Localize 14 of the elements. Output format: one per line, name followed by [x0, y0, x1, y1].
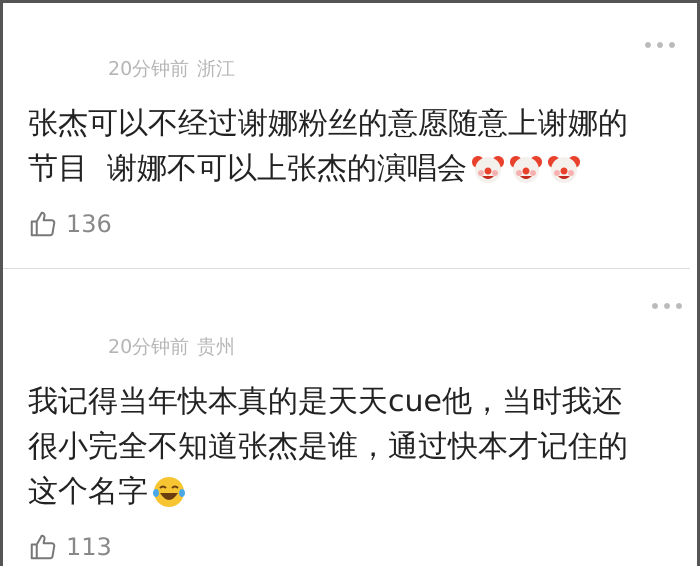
- comment-text-line: 我记得当年快本真的是天天cue他，当时我还: [28, 383, 622, 421]
- laughing-emoji-icon: [152, 474, 186, 508]
- comment-text-line: 很小完全不知道张杰是谁，通过快本才记住的: [28, 428, 628, 466]
- thumbs-up-icon[interactable]: [28, 532, 58, 562]
- like-count: 136: [66, 210, 112, 238]
- comment-text-line: 这个名字: [28, 473, 148, 511]
- comment-location: 浙江: [197, 57, 236, 81]
- comment-text-line: 节目 谢娜不可以上张杰的演唱会: [28, 150, 468, 188]
- comment-text-line: 张杰可以不经过谢娜粉丝的意愿随意上谢娜的: [28, 105, 628, 143]
- comment-location: 贵州: [197, 335, 236, 359]
- thumbs-up-icon[interactable]: [28, 209, 58, 239]
- like-count: 113: [66, 533, 112, 561]
- comment-time: 20分钟前: [108, 335, 190, 359]
- comment-time: 20分钟前: [108, 57, 190, 81]
